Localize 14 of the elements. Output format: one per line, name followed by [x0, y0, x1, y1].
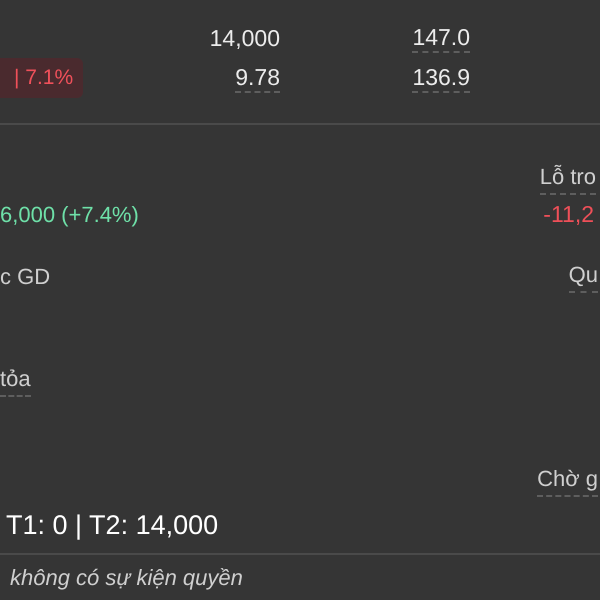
field-label: Qu [568, 258, 598, 293]
loss-label: Lỗ tro [540, 160, 596, 195]
quantity-text: 14,000 [210, 24, 280, 52]
change-value: 6,000 (+7.4%) [0, 200, 139, 228]
quantity-text: 9.78 [235, 63, 280, 93]
price-text: 147.0 [412, 23, 470, 53]
settlement-text: T1: 0 | T2: 14,000 [6, 508, 218, 542]
percent-badge: | 7.1% [0, 58, 84, 98]
price-text: 136.9 [412, 63, 470, 93]
field-label: Chờ g [537, 462, 598, 497]
loss-value: -11,2 [543, 200, 594, 229]
field-label: tỏa [0, 362, 31, 397]
footer-note: không có sự kiện quyền [10, 564, 243, 592]
field-label: c GD [0, 263, 50, 291]
